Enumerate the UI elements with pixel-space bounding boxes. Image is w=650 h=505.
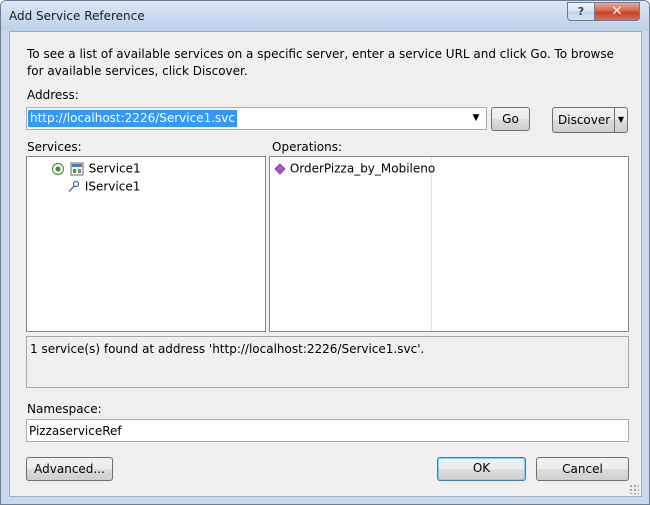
operations-label: Operations: bbox=[272, 140, 343, 154]
discover-dropdown-arrow[interactable]: ▼ bbox=[614, 108, 627, 132]
interface-name: IService1 bbox=[84, 179, 141, 194]
list-item-operation[interactable]: OrderPizza_by_Mobileno bbox=[274, 159, 435, 177]
tree-item-service1[interactable]: Service1 bbox=[51, 159, 141, 177]
column-divider bbox=[431, 157, 432, 331]
services-tree[interactable]: Service1 IService1 bbox=[26, 156, 266, 332]
title-bar[interactable]: Add Service Reference ? ✕ bbox=[1, 1, 649, 31]
address-input[interactable]: http://localhost:2226/Service1.svc bbox=[28, 110, 238, 127]
advanced-button[interactable]: Advanced... bbox=[26, 457, 113, 481]
operation-name: OrderPizza_by_Mobileno bbox=[289, 161, 436, 176]
namespace-label: Namespace: bbox=[27, 402, 102, 416]
operations-list[interactable]: OrderPizza_by_Mobileno bbox=[269, 156, 629, 332]
tree-item-iservice1[interactable]: IService1 bbox=[67, 177, 140, 195]
add-service-reference-dialog: Add Service Reference ? ✕ To see a list … bbox=[0, 0, 650, 505]
cancel-button[interactable]: Cancel bbox=[536, 457, 629, 481]
discover-button-label: Discover bbox=[558, 113, 611, 127]
close-button[interactable]: ✕ bbox=[594, 2, 640, 21]
status-panel: 1 service(s) found at address 'http://lo… bbox=[26, 336, 629, 388]
status-message: 1 service(s) found at address 'http://lo… bbox=[30, 342, 425, 356]
interface-icon bbox=[68, 180, 80, 192]
service-name: Service1 bbox=[88, 161, 141, 176]
service-icon bbox=[70, 162, 84, 175]
method-icon bbox=[274, 162, 286, 175]
namespace-input[interactable] bbox=[26, 419, 629, 442]
dialog-body: To see a list of available services on a… bbox=[9, 31, 642, 497]
address-label: Address: bbox=[27, 88, 79, 102]
expand-node-icon[interactable] bbox=[51, 162, 65, 176]
discover-button[interactable]: Discover ▼ bbox=[552, 107, 628, 133]
window-title: Add Service Reference bbox=[9, 9, 145, 23]
help-button[interactable]: ? bbox=[567, 2, 595, 21]
instructions-text: To see a list of available services on a… bbox=[27, 47, 615, 78]
address-combobox[interactable]: http://localhost:2226/Service1.svc ▼ bbox=[26, 107, 487, 130]
ok-button[interactable]: OK bbox=[437, 457, 526, 481]
resize-grip[interactable] bbox=[629, 484, 639, 494]
chevron-down-icon[interactable]: ▼ bbox=[469, 111, 483, 126]
go-button[interactable]: Go bbox=[491, 107, 530, 131]
services-label: Services: bbox=[27, 140, 82, 154]
